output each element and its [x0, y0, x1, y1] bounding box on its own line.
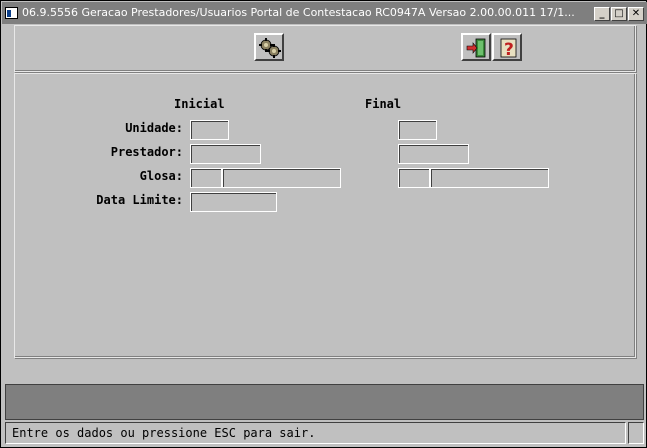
prestador-inicial-input[interactable]: [190, 144, 261, 164]
help-button[interactable]: ?: [492, 33, 522, 61]
window-title: 06.9.5556 Geracao Prestadores/Usuarios P…: [22, 6, 575, 19]
exit-button[interactable]: [461, 33, 491, 61]
glosa-final-code-input[interactable]: [398, 168, 430, 188]
application-window: 06.9.5556 Geracao Prestadores/Usuarios P…: [0, 0, 647, 448]
unidade-inicial-input[interactable]: [190, 120, 229, 140]
title-bar[interactable]: 06.9.5556 Geracao Prestadores/Usuarios P…: [2, 2, 647, 24]
message-area: [5, 384, 644, 420]
minimize-button[interactable]: _: [594, 7, 610, 21]
prestador-final-input[interactable]: [398, 144, 469, 164]
column-header-initial: Inicial: [174, 97, 225, 111]
unidade-final-input[interactable]: [398, 120, 437, 140]
close-button[interactable]: ✕: [628, 7, 644, 21]
data-limite-label: Data Limite:: [96, 193, 183, 207]
filter-form: Inicial Final Unidade: Prestador: Glosa:…: [14, 73, 636, 358]
exit-door-icon: [466, 38, 486, 58]
status-bar: Entre os dados ou pressione ESC para sai…: [5, 422, 626, 444]
maximize-button[interactable]: □: [611, 7, 627, 21]
status-bar-indicator: [628, 422, 644, 444]
toolbar: ?: [14, 25, 636, 72]
glosa-inicial-code-input[interactable]: [190, 168, 222, 188]
help-question-icon: ?: [500, 38, 517, 59]
status-message: Entre os dados ou pressione ESC para sai…: [12, 426, 316, 440]
prestador-label: Prestador:: [110, 145, 183, 159]
execute-button[interactable]: [254, 33, 284, 61]
app-icon: [5, 7, 18, 19]
glosa-label: Glosa:: [139, 169, 183, 183]
column-header-final: Final: [365, 97, 402, 111]
glosa-inicial-description-input[interactable]: [222, 168, 341, 188]
svg-text:?: ?: [504, 40, 514, 59]
gears-icon: [259, 38, 281, 58]
glosa-final-description-input[interactable]: [430, 168, 549, 188]
unidade-label: Unidade:: [125, 121, 183, 135]
data-limite-input[interactable]: [190, 192, 277, 212]
